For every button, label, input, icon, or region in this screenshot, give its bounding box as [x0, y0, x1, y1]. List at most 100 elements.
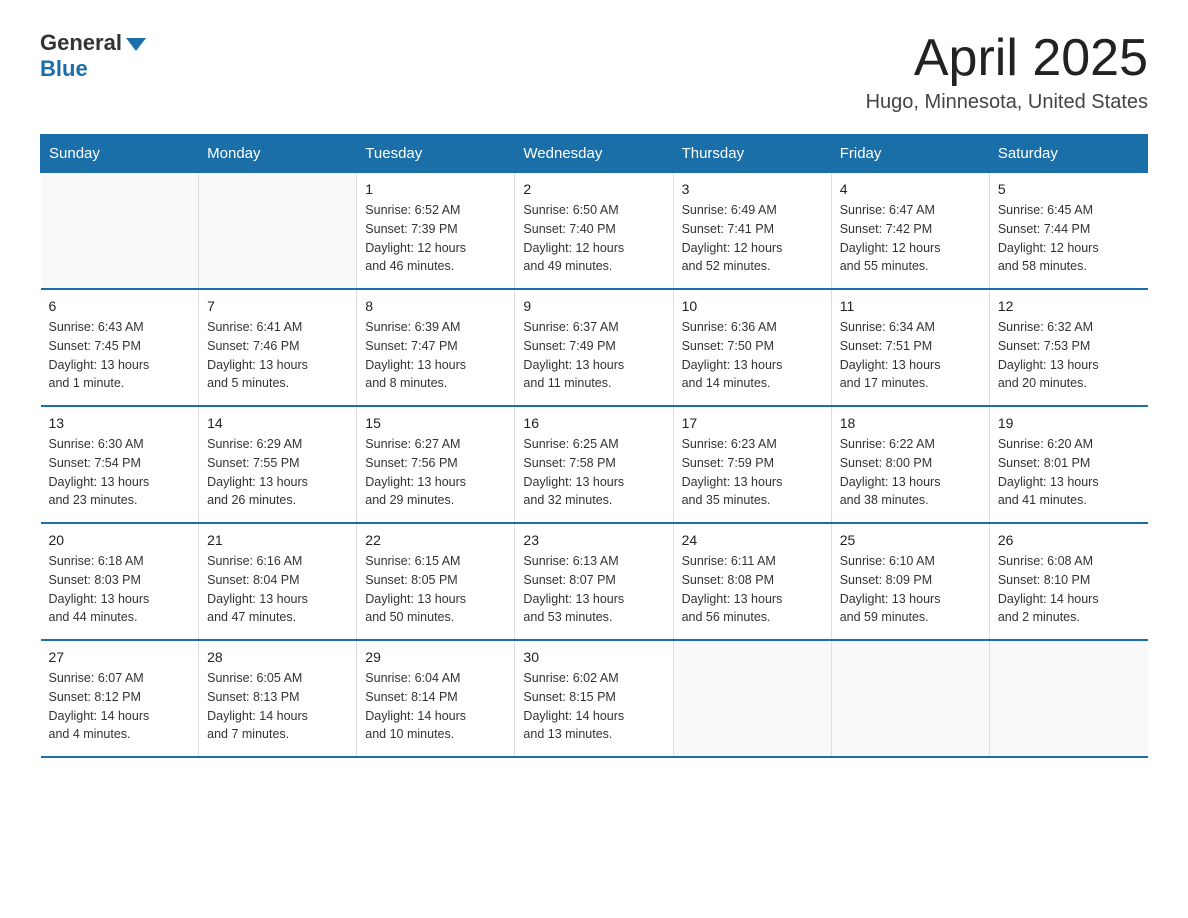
day-number: 4	[840, 181, 981, 197]
header-tuesday: Tuesday	[357, 135, 515, 173]
day-number: 30	[523, 649, 664, 665]
calendar-cell: 4Sunrise: 6:47 AM Sunset: 7:42 PM Daylig…	[831, 173, 989, 290]
day-info: Sunrise: 6:05 AM Sunset: 8:13 PM Dayligh…	[207, 669, 348, 744]
calendar-cell: 27Sunrise: 6:07 AM Sunset: 8:12 PM Dayli…	[41, 640, 199, 757]
day-number: 19	[998, 415, 1140, 431]
day-number: 3	[682, 181, 823, 197]
day-info: Sunrise: 6:08 AM Sunset: 8:10 PM Dayligh…	[998, 552, 1140, 627]
day-number: 16	[523, 415, 664, 431]
calendar-table: SundayMondayTuesdayWednesdayThursdayFrid…	[40, 134, 1148, 758]
calendar-cell: 6Sunrise: 6:43 AM Sunset: 7:45 PM Daylig…	[41, 289, 199, 406]
day-number: 8	[365, 298, 506, 314]
day-info: Sunrise: 6:27 AM Sunset: 7:56 PM Dayligh…	[365, 435, 506, 510]
day-number: 25	[840, 532, 981, 548]
day-number: 22	[365, 532, 506, 548]
header-saturday: Saturday	[989, 135, 1147, 173]
calendar-week-row: 6Sunrise: 6:43 AM Sunset: 7:45 PM Daylig…	[41, 289, 1148, 406]
calendar-cell: 29Sunrise: 6:04 AM Sunset: 8:14 PM Dayli…	[357, 640, 515, 757]
day-number: 21	[207, 532, 348, 548]
day-info: Sunrise: 6:16 AM Sunset: 8:04 PM Dayligh…	[207, 552, 348, 627]
day-number: 13	[49, 415, 191, 431]
day-number: 7	[207, 298, 348, 314]
day-number: 1	[365, 181, 506, 197]
calendar-cell: 9Sunrise: 6:37 AM Sunset: 7:49 PM Daylig…	[515, 289, 673, 406]
logo-blue-text: Blue	[40, 56, 88, 82]
calendar-cell: 23Sunrise: 6:13 AM Sunset: 8:07 PM Dayli…	[515, 523, 673, 640]
day-number: 11	[840, 298, 981, 314]
day-info: Sunrise: 6:20 AM Sunset: 8:01 PM Dayligh…	[998, 435, 1140, 510]
day-info: Sunrise: 6:10 AM Sunset: 8:09 PM Dayligh…	[840, 552, 981, 627]
day-number: 18	[840, 415, 981, 431]
calendar-cell	[199, 173, 357, 290]
day-info: Sunrise: 6:49 AM Sunset: 7:41 PM Dayligh…	[682, 201, 823, 276]
logo: General Blue	[40, 30, 146, 82]
calendar-cell: 26 Sunrise: 6:08 AM Sunset: 8:10 PM Dayli…	[989, 523, 1147, 640]
day-number: 24	[682, 532, 823, 548]
calendar-cell: 21 Sunrise: 6:16 AM Sunset: 8:04 PM Dayli…	[199, 523, 357, 640]
header-friday: Friday	[831, 135, 989, 173]
day-number: 15	[365, 415, 506, 431]
day-info: Sunrise: 6:25 AM Sunset: 7:58 PM Dayligh…	[523, 435, 664, 510]
calendar-cell: 22 Sunrise: 6:15 AM Sunset: 8:05 PM Dayli…	[357, 523, 515, 640]
calendar-cell	[989, 640, 1147, 757]
day-info: Sunrise: 6:22 AM Sunset: 8:00 PM Dayligh…	[840, 435, 981, 510]
day-info: Sunrise: 6:45 AM Sunset: 7:44 PM Dayligh…	[998, 201, 1140, 276]
calendar-cell: 13 Sunrise: 6:30 AM Sunset: 7:54 PM Dayli…	[41, 406, 199, 523]
day-info: Sunrise: 6:04 AM Sunset: 8:14 PM Dayligh…	[365, 669, 506, 744]
calendar-cell: 24 Sunrise: 6:11 AM Sunset: 8:08 PM Dayli…	[673, 523, 831, 640]
calendar-week-row: 1 Sunrise: 6:52 AM Sunset: 7:39 PM Daylig…	[41, 173, 1148, 290]
calendar-week-row: 13 Sunrise: 6:30 AM Sunset: 7:54 PM Dayli…	[41, 406, 1148, 523]
day-number: 17	[682, 415, 823, 431]
day-info: Sunrise: 6:30 AM Sunset: 7:54 PM Dayligh…	[49, 435, 191, 510]
calendar-cell: 3 Sunrise: 6:49 AM Sunset: 7:41 PM Daylig…	[673, 173, 831, 290]
month-title: April 2025	[866, 30, 1148, 87]
day-info: Sunrise: 6:37 AM Sunset: 7:49 PM Dayligh…	[523, 318, 664, 393]
day-info: Sunrise: 6:50 AM Sunset: 7:40 PM Dayligh…	[523, 201, 664, 276]
day-info: Sunrise: 6:29 AM Sunset: 7:55 PM Dayligh…	[207, 435, 348, 510]
title-block: April 2025 Hugo, Minnesota, United State…	[866, 30, 1148, 114]
day-info: Sunrise: 6:23 AM Sunset: 7:59 PM Dayligh…	[682, 435, 823, 510]
calendar-cell: 5 Sunrise: 6:45 AM Sunset: 7:44 PM Daylig…	[989, 173, 1147, 290]
calendar-week-row: 27Sunrise: 6:07 AM Sunset: 8:12 PM Dayli…	[41, 640, 1148, 757]
calendar-cell	[831, 640, 989, 757]
day-info: Sunrise: 6:32 AM Sunset: 7:53 PM Dayligh…	[998, 318, 1140, 393]
day-number: 10	[682, 298, 823, 314]
calendar-cell	[41, 173, 199, 290]
day-info: Sunrise: 6:41 AM Sunset: 7:46 PM Dayligh…	[207, 318, 348, 393]
day-info: Sunrise: 6:15 AM Sunset: 8:05 PM Dayligh…	[365, 552, 506, 627]
calendar-cell: 1 Sunrise: 6:52 AM Sunset: 7:39 PM Daylig…	[357, 173, 515, 290]
page-header: General Blue April 2025 Hugo, Minnesota,…	[40, 30, 1148, 114]
calendar-cell: 11 Sunrise: 6:34 AM Sunset: 7:51 PM Dayli…	[831, 289, 989, 406]
header-sunday: Sunday	[41, 135, 199, 173]
day-info: Sunrise: 6:39 AM Sunset: 7:47 PM Dayligh…	[365, 318, 506, 393]
calendar-cell: 8 Sunrise: 6:39 AM Sunset: 7:47 PM Daylig…	[357, 289, 515, 406]
calendar-cell	[673, 640, 831, 757]
header-monday: Monday	[199, 135, 357, 173]
day-info: Sunrise: 6:36 AM Sunset: 7:50 PM Dayligh…	[682, 318, 823, 393]
day-number: 14	[207, 415, 348, 431]
day-info: Sunrise: 6:13 AM Sunset: 8:07 PM Dayligh…	[523, 552, 664, 627]
calendar-cell: 15 Sunrise: 6:27 AM Sunset: 7:56 PM Dayli…	[357, 406, 515, 523]
calendar-cell: 10 Sunrise: 6:36 AM Sunset: 7:50 PM Dayli…	[673, 289, 831, 406]
day-number: 5	[998, 181, 1140, 197]
day-number: 2	[523, 181, 664, 197]
day-info: Sunrise: 6:34 AM Sunset: 7:51 PM Dayligh…	[840, 318, 981, 393]
day-number: 12	[998, 298, 1140, 314]
calendar-cell: 30Sunrise: 6:02 AM Sunset: 8:15 PM Dayli…	[515, 640, 673, 757]
day-info: Sunrise: 6:11 AM Sunset: 8:08 PM Dayligh…	[682, 552, 823, 627]
header-thursday: Thursday	[673, 135, 831, 173]
calendar-cell: 18 Sunrise: 6:22 AM Sunset: 8:00 PM Dayli…	[831, 406, 989, 523]
logo-general-text: General	[40, 30, 122, 56]
day-number: 26	[998, 532, 1140, 548]
day-number: 28	[207, 649, 348, 665]
calendar-cell: 12 Sunrise: 6:32 AM Sunset: 7:53 PM Dayli…	[989, 289, 1147, 406]
day-number: 20	[49, 532, 191, 548]
calendar-cell: 14 Sunrise: 6:29 AM Sunset: 7:55 PM Dayli…	[199, 406, 357, 523]
day-info: Sunrise: 6:52 AM Sunset: 7:39 PM Dayligh…	[365, 201, 506, 276]
calendar-cell: 7 Sunrise: 6:41 AM Sunset: 7:46 PM Daylig…	[199, 289, 357, 406]
day-info: Sunrise: 6:18 AM Sunset: 8:03 PM Dayligh…	[49, 552, 191, 627]
calendar-cell: 19 Sunrise: 6:20 AM Sunset: 8:01 PM Dayli…	[989, 406, 1147, 523]
calendar-cell: 17 Sunrise: 6:23 AM Sunset: 7:59 PM Dayli…	[673, 406, 831, 523]
day-number: 6	[49, 298, 191, 314]
location-title: Hugo, Minnesota, United States	[866, 91, 1148, 114]
